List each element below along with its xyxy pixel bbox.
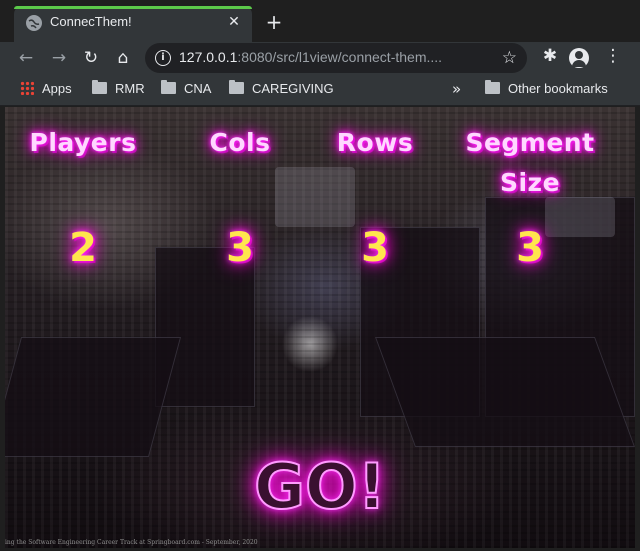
segment-size-value[interactable]: 3 (450, 223, 610, 273)
folder-icon (229, 80, 244, 94)
pinball-table-right (374, 337, 635, 447)
bookmarks-bar: Apps RMR CNA CAREGIVING » Other bookmark… (0, 74, 640, 106)
site-info-icon[interactable]: i (155, 50, 171, 66)
tab-title: ConnecThem! (50, 14, 132, 29)
rows-value[interactable]: 3 (320, 223, 430, 273)
setting-cols: Cols 3 (185, 123, 295, 271)
forward-arrow-icon[interactable]: → (47, 46, 71, 70)
setting-segment-size: Segment Size 3 (450, 123, 610, 271)
bookmark-folder-caregiving[interactable]: CAREGIVING (229, 80, 334, 96)
setting-rows: Rows 3 (320, 123, 430, 271)
reload-icon[interactable]: ↻ (79, 46, 103, 70)
bookmark-folder-label: RMR (115, 81, 145, 96)
pinball-table-left (5, 337, 182, 457)
setting-label: Rows (336, 128, 414, 157)
kebab-menu-icon[interactable]: ⋮ (603, 46, 623, 66)
folder-icon (92, 80, 107, 94)
setting-label: Segment Size (465, 128, 595, 197)
bookmark-star-icon[interactable]: ☆ (502, 48, 517, 68)
url-path: :8080/src/l1view/connect-them.... (237, 49, 443, 65)
bookmark-other-label: Other bookmarks (508, 81, 608, 96)
go-button[interactable]: GO! (245, 447, 395, 527)
players-value[interactable]: 2 (13, 223, 153, 273)
bookmark-folder-cna[interactable]: CNA (161, 80, 212, 96)
extensions-puzzle-icon[interactable]: ✱ (538, 46, 562, 66)
back-arrow-icon[interactable]: ← (14, 46, 38, 70)
bookmark-apps[interactable]: Apps (20, 81, 72, 96)
address-bar[interactable]: i 127.0.0.1:8080/src/l1view/connect-them… (145, 43, 527, 73)
close-tab-icon[interactable]: ✕ (224, 12, 244, 32)
cols-value[interactable]: 3 (185, 223, 295, 273)
apps-grid-icon (20, 81, 34, 95)
url-host: 127.0.0.1 (179, 49, 238, 65)
new-tab-icon[interactable]: + (262, 10, 286, 34)
bookmark-other[interactable]: Other bookmarks (485, 80, 608, 96)
browser-toolbar: ← → ↻ ⌂ i 127.0.0.1:8080/src/l1view/conn… (0, 42, 640, 74)
setting-label: Cols (209, 128, 271, 157)
home-icon[interactable]: ⌂ (111, 46, 135, 70)
bookmark-folder-label: CAREGIVING (252, 81, 334, 96)
browser-tab[interactable]: ConnecThem! ✕ (14, 6, 252, 42)
folder-icon (485, 80, 500, 94)
tab-strip: ConnecThem! ✕ + (0, 0, 640, 42)
bookmark-apps-label: Apps (42, 81, 72, 96)
setting-label: Players (29, 128, 137, 157)
profile-avatar-icon[interactable] (569, 48, 589, 68)
footer-credit: ing the Software Engineering Career Trac… (5, 539, 258, 546)
bookmarks-overflow-chevron-icon[interactable]: » (452, 80, 461, 98)
url-text: 127.0.0.1:8080/src/l1view/connect-them..… (179, 49, 442, 65)
bookmark-folder-label: CNA (184, 81, 212, 96)
folder-icon (161, 80, 176, 94)
globe-icon (26, 15, 42, 31)
bookmark-folder-rmr[interactable]: RMR (92, 80, 145, 96)
game-page: Players 2 Cols 3 Rows 3 Segment Size 3 G… (5, 107, 635, 548)
setting-players: Players 2 (13, 123, 153, 271)
tab-loading-bar (14, 6, 252, 9)
game-settings: Players 2 Cols 3 Rows 3 Segment Size 3 (5, 107, 635, 307)
